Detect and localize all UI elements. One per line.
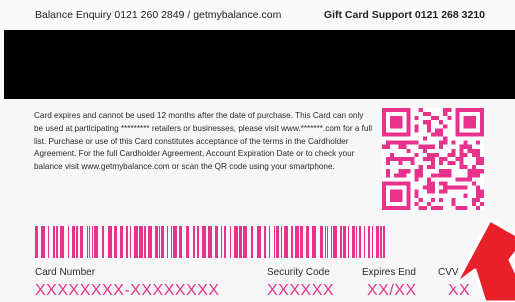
cvv-label: CVV C: [438, 267, 469, 278]
header-bar: Balance Enquiry 0121 260 2849 / getmybal…: [0, 0, 515, 28]
terms-text: Card expires and cannot be used 12 month…: [34, 111, 373, 172]
gift-card-support-text: Gift Card Support 0121 268 3210: [323, 9, 485, 21]
security-code-value: XXXXXX: [267, 282, 335, 299]
expires-label: Expires End: [362, 267, 416, 278]
card-number-label: Card Number: [35, 267, 96, 278]
qr-code-icon: [382, 108, 484, 210]
cvv-value: XX: [448, 282, 471, 299]
barcode-icon: [35, 226, 385, 258]
magnetic-stripe: [4, 30, 515, 99]
card-number-value: XXXXXXXX-XXXXXXXX: [35, 282, 220, 299]
expires-value: XX/XX: [367, 282, 417, 299]
security-code-label: Security Code: [267, 267, 330, 278]
gift-card-back: Balance Enquiry 0121 260 2849 / getmybal…: [0, 0, 515, 302]
balance-enquiry-text: Balance Enquiry 0121 260 2849 / getmybal…: [35, 9, 282, 21]
